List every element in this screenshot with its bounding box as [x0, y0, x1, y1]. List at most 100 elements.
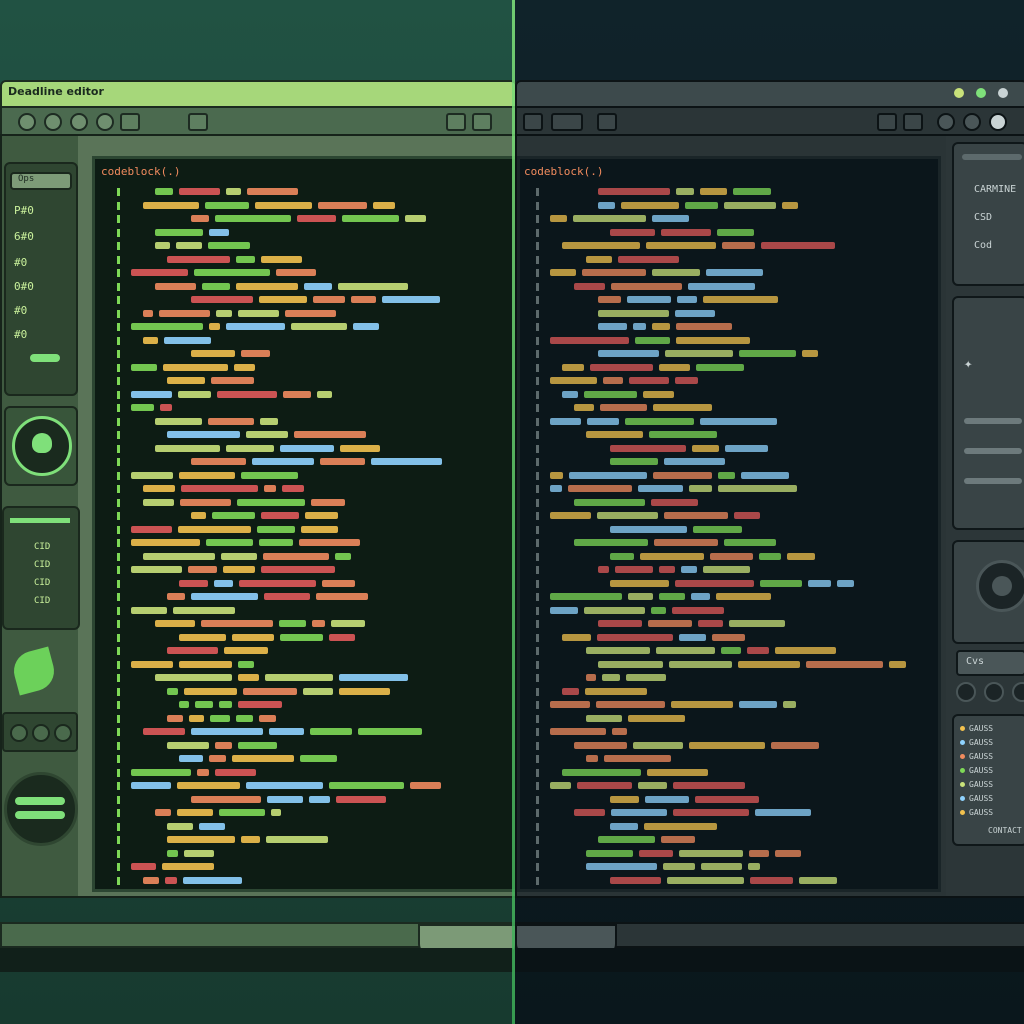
- code-editor-light[interactable]: codeblock(.): [92, 156, 518, 892]
- list-item[interactable]: CID: [34, 560, 50, 570]
- code-token: [671, 701, 733, 708]
- sliders-panel: ✦: [952, 296, 1024, 530]
- slider[interactable]: [964, 418, 1022, 424]
- gutter-marker: [536, 309, 539, 318]
- toggle-c-button[interactable]: [989, 113, 1007, 131]
- gutter-marker: [117, 822, 120, 831]
- list-item[interactable]: GAUSS: [960, 738, 993, 747]
- gutter-marker: [117, 795, 120, 804]
- audio-panel: [952, 540, 1024, 644]
- globe-icon[interactable]: [4, 772, 78, 846]
- menu-button[interactable]: [96, 113, 114, 131]
- code-token: [550, 701, 590, 708]
- code-token: [167, 822, 193, 830]
- pencil-icon[interactable]: [597, 113, 617, 131]
- minimize-button[interactable]: [44, 113, 62, 131]
- sidebar-item[interactable]: 6#0: [14, 230, 34, 243]
- sidebar-item[interactable]: P#0: [14, 204, 34, 217]
- code-line: [520, 320, 930, 333]
- code-token: [685, 201, 718, 209]
- folder-icon[interactable]: [188, 113, 208, 131]
- prev-button[interactable]: [10, 724, 28, 742]
- code-token: [651, 606, 666, 614]
- sidebar-item[interactable]: 0#0: [14, 280, 34, 293]
- code-token: [755, 809, 811, 816]
- code-token: [195, 701, 213, 708]
- code-token: [837, 579, 854, 587]
- speaker-icon[interactable]: [976, 560, 1024, 612]
- code-token: [267, 795, 303, 803]
- code-line: [95, 725, 505, 738]
- search-box[interactable]: Ops: [10, 172, 72, 190]
- list-item[interactable]: GAUSS: [960, 752, 993, 761]
- close-button[interactable]: [18, 113, 36, 131]
- code-line: [95, 401, 505, 414]
- code-token: [189, 714, 204, 722]
- code-line: [520, 374, 930, 387]
- code-token: [351, 296, 376, 303]
- list-item[interactable]: GAUSS: [960, 724, 993, 733]
- gutter-marker: [536, 350, 539, 358]
- forward-button[interactable]: [1012, 682, 1024, 702]
- option-item[interactable]: CARMINE: [974, 184, 1016, 195]
- gutter-marker: [536, 795, 539, 804]
- new-file-icon[interactable]: [120, 113, 140, 131]
- layout-icon[interactable]: [551, 113, 583, 131]
- pause-button[interactable]: [984, 682, 1004, 702]
- code-token: [226, 188, 241, 195]
- play-button[interactable]: [32, 724, 50, 742]
- code-line: [520, 766, 930, 779]
- code-line: [95, 266, 505, 279]
- format-icon[interactable]: [523, 113, 543, 131]
- code-editor-dark[interactable]: codeblock(.): [517, 156, 941, 892]
- text-field[interactable]: Cvs: [956, 650, 1024, 676]
- light-theme-window: Deadline editor Ops P#0 6#0 #0 0#0 #0 #0…: [0, 76, 518, 976]
- gutter-marker: [536, 485, 539, 493]
- code-token: [618, 255, 679, 263]
- code-token: [339, 687, 390, 695]
- sidebar-item[interactable]: #0: [14, 328, 27, 341]
- next-button[interactable]: [54, 724, 72, 742]
- gutter-marker: [117, 485, 120, 493]
- help-icon[interactable]: [877, 113, 897, 131]
- code-token: [550, 377, 597, 384]
- sidebar-item[interactable]: #0: [14, 256, 27, 269]
- list-item[interactable]: GAUSS: [960, 766, 993, 775]
- code-token: [309, 795, 330, 803]
- code-token: [700, 188, 727, 195]
- list-item[interactable]: CID: [34, 542, 50, 552]
- gutter-marker: [536, 660, 539, 669]
- list-item[interactable]: CID: [34, 578, 50, 588]
- gutter-marker: [117, 836, 120, 844]
- code-token: [155, 282, 196, 290]
- toggle-a-button[interactable]: [937, 113, 955, 131]
- rewind-button[interactable]: [956, 682, 976, 702]
- file-panel: Ops P#0 6#0 #0 0#0 #0 #0: [4, 162, 78, 396]
- toggle-switch[interactable]: [30, 354, 60, 362]
- lock-icon[interactable]: [903, 113, 923, 131]
- option-item[interactable]: Cod: [974, 240, 992, 251]
- toggle-b-button[interactable]: [963, 113, 981, 131]
- code-token: [696, 363, 744, 371]
- list-item[interactable]: GAUSS: [960, 808, 993, 817]
- gutter-marker: [117, 566, 120, 574]
- code-token: [633, 741, 683, 749]
- list-item[interactable]: CID: [34, 596, 50, 606]
- share-icon[interactable]: [472, 113, 492, 131]
- gutter-marker: [536, 228, 539, 237]
- list-item[interactable]: GAUSS: [960, 780, 993, 789]
- code-token: [191, 458, 246, 465]
- code-token: [405, 215, 426, 222]
- maximize-button[interactable]: [70, 113, 88, 131]
- slider[interactable]: [964, 478, 1022, 484]
- code-token: [276, 269, 316, 276]
- slider[interactable]: [964, 448, 1022, 454]
- sidebar-item[interactable]: #0: [14, 304, 27, 317]
- settings-icon[interactable]: [446, 113, 466, 131]
- record-icon[interactable]: [12, 416, 72, 476]
- code-line: [95, 347, 505, 360]
- list-item[interactable]: GAUSS: [960, 794, 993, 803]
- code-token: [698, 620, 723, 627]
- gutter-marker: [536, 809, 539, 817]
- option-item[interactable]: CSD: [974, 212, 992, 223]
